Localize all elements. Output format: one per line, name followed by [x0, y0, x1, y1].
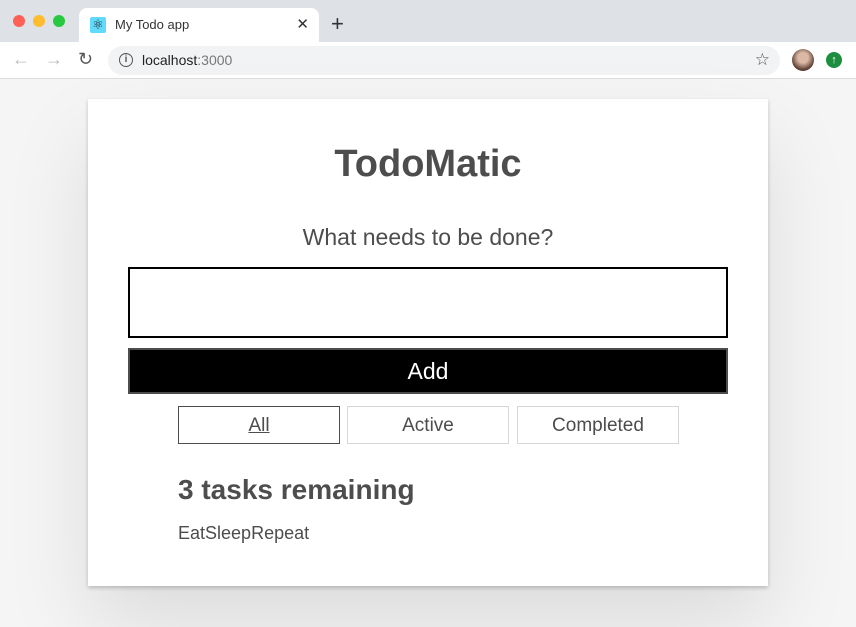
minimize-window-button[interactable] — [33, 15, 45, 27]
filter-active-button[interactable]: Active — [347, 406, 509, 444]
add-button[interactable]: Add — [128, 348, 728, 394]
tab-title: My Todo app — [115, 17, 190, 32]
new-tab-icon[interactable]: + — [331, 11, 344, 37]
reload-icon[interactable]: ↻ — [78, 49, 93, 70]
browser-tab[interactable]: ⚛ My Todo app ✕ — [79, 8, 319, 42]
close-window-button[interactable] — [13, 15, 25, 27]
filter-all-button[interactable]: All — [178, 406, 340, 444]
bookmark-star-icon[interactable]: ☆ — [755, 50, 770, 70]
todo-app: TodoMatic What needs to be done? Add All… — [88, 99, 768, 586]
info-icon[interactable]: i — [119, 53, 133, 67]
todo-list: EatSleepRepeat — [178, 523, 309, 544]
maximize-window-button[interactable] — [53, 15, 65, 27]
close-tab-icon[interactable]: ✕ — [296, 15, 309, 33]
back-icon[interactable]: ← — [12, 49, 30, 70]
filter-completed-button[interactable]: Completed — [517, 406, 679, 444]
new-todo-input[interactable] — [128, 267, 728, 338]
tasks-remaining-heading: 3 tasks remaining — [178, 474, 415, 505]
address-bar[interactable]: i localhost:3000 ☆ — [108, 46, 780, 75]
profile-avatar[interactable] — [792, 49, 814, 71]
todo-item: Repeat — [251, 523, 310, 543]
todo-item: Sleep — [205, 523, 252, 543]
url-port: :3000 — [197, 52, 233, 68]
url-host: localhost — [142, 52, 198, 68]
browser-titlebar: ⚛ My Todo app ✕ + — [0, 0, 856, 42]
todo-item: Eat — [178, 523, 206, 543]
react-icon: ⚛ — [90, 17, 106, 33]
url-text: localhost:3000 — [142, 52, 232, 68]
forward-icon[interactable]: → — [45, 49, 63, 70]
browser-toolbar: ← → ↻ i localhost:3000 ☆ ↑ — [0, 42, 856, 79]
new-todo-label: What needs to be done? — [302, 224, 554, 250]
app-title: TodoMatic — [334, 143, 522, 185]
update-icon[interactable]: ↑ — [826, 52, 842, 68]
